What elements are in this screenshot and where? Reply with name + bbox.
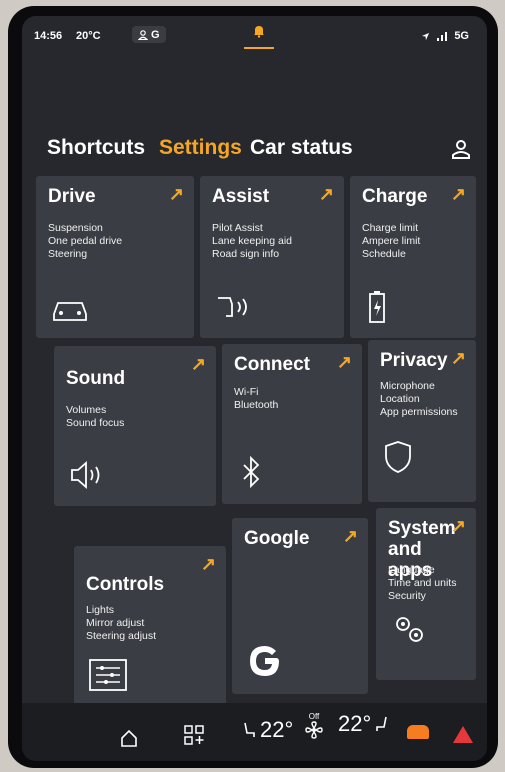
tile-item: Lane keeping aid [212,235,292,247]
passenger-temperature: 22° [338,711,372,736]
clock: 14:56 [34,30,63,42]
profile-initial: G [151,28,160,41]
tile-items: Volumes Sound focus [66,404,124,430]
fan-icon [305,721,323,739]
network-type: 5G [454,30,469,42]
signal-icon [437,32,448,41]
assist-icon [218,297,247,317]
tile-item: Wi-Fi [234,386,259,398]
tile-controls[interactable]: Controls ↗ Lights Mirror adjust Steering… [74,546,226,706]
bluetooth-icon [243,456,260,489]
tile-connect[interactable]: Connect ↗ Wi-Fi Bluetooth [222,344,362,504]
arrow-up-right-icon: ↗ [450,348,466,368]
home-icon[interactable] [120,729,138,747]
tab-car-status[interactable]: Car status [250,136,353,160]
tile-item: Sound focus [66,417,125,429]
notification-bell-icon[interactable] [244,24,274,41]
tile-title: Assist [212,186,270,207]
tile-assist[interactable]: Assist ↗ Pilot Assist Lane keeping aid R… [200,176,344,338]
person-icon [138,29,148,40]
passenger-climate[interactable]: 22° [338,711,389,737]
tile-item: Volumes [66,404,107,416]
status-bar: 14:56 20°C G 5G [22,16,487,54]
tab-settings[interactable]: Settings [159,136,242,160]
tile-item: One pedal drive [48,235,123,247]
fan-status: Off [308,712,320,721]
tile-items: Pilot Assist Lane keeping aid Road sign … [212,222,292,261]
tile-item: Ampere limit [362,235,421,247]
arrow-up-right-icon: ↗ [342,526,358,546]
seat-heat-icon [244,722,255,737]
user-profile-icon[interactable] [450,138,472,160]
shield-icon [385,441,411,473]
location-arrow-icon [422,32,430,40]
tile-privacy[interactable]: Privacy ↗ Microphone Location App permis… [368,340,476,502]
tile-item: Schedule [362,248,406,260]
driver-climate[interactable]: 22° [242,717,293,743]
tile-google[interactable]: Google ↗ [232,518,368,694]
tile-title: Google [244,528,310,549]
arrow-up-right-icon: ↗ [336,352,352,372]
tab-bar: Shortcuts Settings Car status [42,136,472,168]
tile-system-and-apps[interactable]: System and apps ↗ Language Time and unit… [376,508,476,680]
tile-items: Suspension One pedal drive Steering [48,222,122,261]
settings-grid: Drive ↗ Suspension One pedal drive Steer… [36,176,476,706]
tile-item: Charge limit [362,222,419,234]
tile-title: Controls [86,574,165,595]
tile-item: Steering adjust [86,630,157,642]
arrow-up-right-icon: ↗ [200,554,216,574]
tile-item: Road sign info [212,248,280,260]
tile-items: Wi-Fi Bluetooth [234,386,278,412]
bottom-dock: 22° Off 22° [22,703,487,761]
arrow-up-right-icon: ↗ [190,354,206,374]
outside-temperature: 20°C [76,30,101,42]
tile-title: Connect [234,354,310,375]
arrow-up-right-icon: ↗ [450,184,466,204]
tile-items: Charge limit Ampere limit Schedule [362,222,420,261]
car-icon [53,302,87,321]
tile-item: Lights [86,604,115,616]
tab-shortcuts[interactable]: Shortcuts [47,136,145,160]
tile-items: Lights Mirror adjust Steering adjust [86,604,156,643]
tile-item: Security [388,590,426,602]
tile-item: Language [388,564,435,576]
seat-icon [376,716,388,731]
arrow-up-right-icon: ↗ [450,516,466,536]
infotainment-screen: 14:56 20°C G 5G Shortcuts Settings Car s… [22,16,487,761]
app-grid-icon[interactable] [184,725,204,745]
tile-item: Steering [48,248,88,260]
tile-items: Microphone Location App permissions [380,380,458,419]
tile-item: Microphone [380,380,435,392]
driver-temperature: 22° [260,717,294,742]
tile-title: Sound [66,368,126,389]
tile-item: Suspension [48,222,103,234]
tile-item: Mirror adjust [86,617,145,629]
tile-item: App permissions [380,406,458,418]
tile-title: Drive [48,186,96,207]
tile-items: Language Time and units Security [388,564,456,603]
google-icon [250,646,279,676]
arrow-up-right-icon: ↗ [168,184,184,204]
tile-item: Pilot Assist [212,222,263,234]
arrow-up-right-icon: ↗ [318,184,334,204]
controls-icon [89,659,127,691]
notification-indicator [244,47,274,49]
tile-item: Location [380,393,420,405]
tile-item: Bluetooth [234,399,279,411]
tile-item: Time and units [388,577,457,589]
tile-charge[interactable]: Charge ↗ Charge limit Ampere limit Sched… [350,176,476,338]
speaker-icon [71,461,100,489]
connectivity-indicators: 5G [421,30,469,42]
tile-sound[interactable]: Sound ↗ Volumes Sound focus [54,346,216,506]
gears-icon [396,617,423,642]
fan-control[interactable]: Off [305,712,323,739]
car-icon[interactable] [407,725,429,739]
profile-chip[interactable]: G [132,26,166,43]
hazard-warning-icon[interactable] [453,726,473,743]
tile-drive[interactable]: Drive ↗ Suspension One pedal drive Steer… [36,176,194,338]
battery-icon [369,291,385,323]
